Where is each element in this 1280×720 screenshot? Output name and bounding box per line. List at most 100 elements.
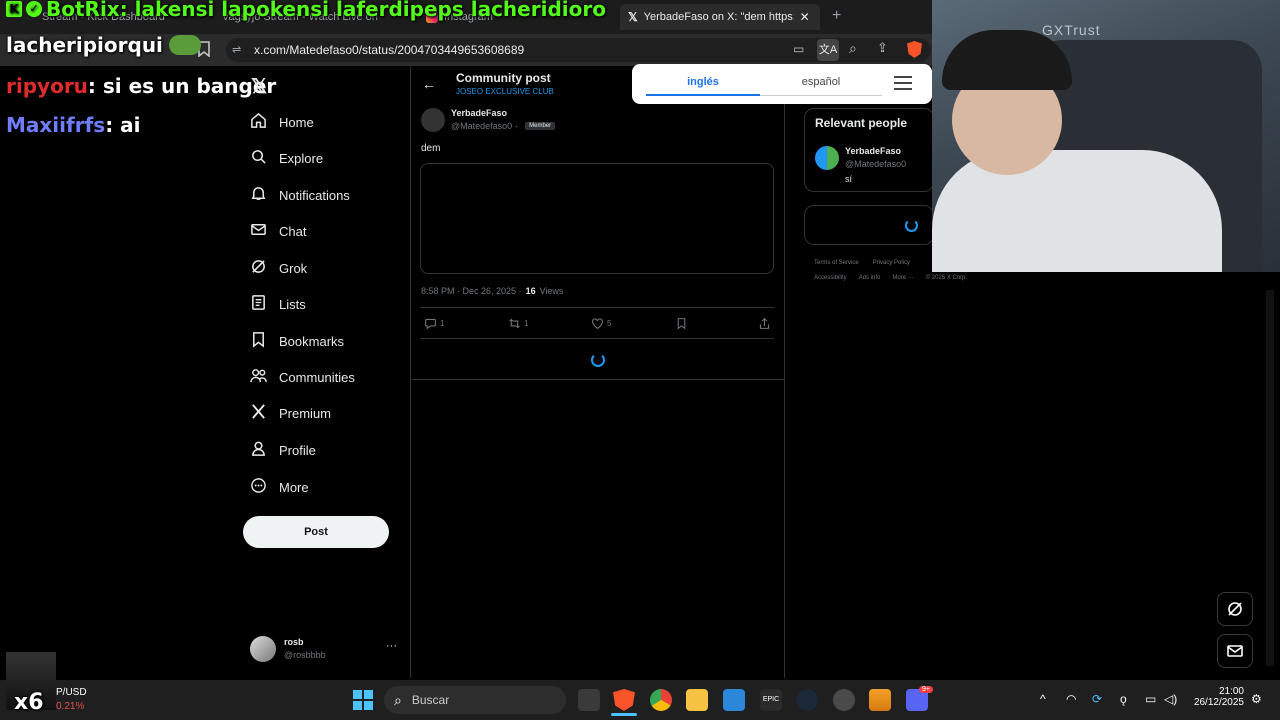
notifications-icon[interactable]: ⚙ [1251, 692, 1262, 706]
footer-link[interactable]: More ··· [892, 275, 913, 281]
sidebar-item-label: Premium [279, 405, 332, 421]
mic-icon[interactable]: ǫ [1120, 692, 1127, 706]
zoom-icon[interactable]: ⌕ [849, 40, 857, 57]
home-icon [250, 112, 267, 132]
sidebar-item-notifications[interactable]: Notifications [250, 185, 350, 205]
post-button[interactable]: Post [243, 516, 389, 548]
search-icon: ⌕ [394, 691, 402, 708]
sidebar-item-more[interactable]: More [250, 477, 309, 497]
chat-message: Maxiifrfs: ai [6, 113, 141, 137]
sidebar-item-home[interactable]: Home [250, 112, 314, 132]
microsoft-store-icon[interactable] [723, 689, 745, 711]
sidebar-item-premium[interactable]: Premium [250, 403, 331, 423]
scrollbar[interactable] [1266, 290, 1274, 666]
sidebar-item-label: More [279, 479, 309, 495]
chat-username: Maxiifrfs [6, 113, 106, 137]
app-icon[interactable] [869, 689, 891, 711]
webcam-brand-text: GXTrust [1042, 22, 1101, 38]
share-icon[interactable]: ⇪ [877, 40, 888, 56]
x-logo-icon[interactable]: 𝕏 [251, 74, 267, 99]
account-switcher[interactable]: rosb @rosbbbb ··· [250, 636, 400, 664]
translate-tab-english[interactable]: inglés [646, 76, 760, 88]
back-arrow-icon[interactable]: ← [422, 76, 436, 92]
translate-icon[interactable]: 文A [817, 39, 839, 61]
sidebar-item-lists[interactable]: Lists [250, 294, 306, 314]
footer-link[interactable]: Ads info [859, 275, 881, 281]
repost-icon [509, 318, 520, 329]
steam-icon[interactable] [796, 689, 818, 711]
author-handle[interactable]: @Matedefaso0 [451, 121, 512, 131]
new-tab-icon[interactable]: + [832, 7, 841, 25]
timestamp-text: 8:58 PM · Dec 26, 2025 · [421, 286, 522, 296]
x-logo-icon: 𝕏 [628, 10, 638, 24]
windows-start-icon[interactable] [353, 690, 373, 710]
share-button[interactable] [758, 317, 771, 330]
divider [420, 307, 774, 308]
sync-icon[interactable]: ⟳ [1092, 692, 1102, 706]
headset-icon[interactable]: ◠ [1066, 692, 1076, 706]
reply-button[interactable]: 1 [424, 317, 444, 330]
grok-float-button[interactable] [1217, 592, 1253, 626]
chat-message: ripyoru: si es un banger [6, 74, 276, 98]
loading-spinner [905, 219, 918, 232]
discord-badge: 9+ [919, 686, 933, 693]
file-explorer-icon[interactable] [686, 689, 708, 711]
repost-button[interactable]: 1 [508, 317, 528, 330]
footer-link[interactable]: Terms of Service [814, 260, 859, 266]
tab-x-post[interactable]: 𝕏 YerbadeFaso on X: "dem https:// ✕ [620, 4, 820, 30]
bell-icon [250, 185, 267, 205]
community-link[interactable]: JOSEO EXCLUSIVE CLUB [456, 87, 554, 96]
footer-link[interactable]: Privacy Policy [873, 260, 910, 266]
link-card[interactable] [420, 163, 774, 274]
translate-tab-spanish[interactable]: español [764, 76, 878, 88]
bookmark-button[interactable] [675, 317, 688, 330]
sidebar-item-explore[interactable]: Explore [250, 148, 323, 168]
communities-icon [250, 367, 267, 387]
more-icon[interactable]: ··· [386, 640, 397, 652]
chevron-up-icon[interactable]: ^ [1040, 692, 1046, 706]
more-icon [250, 477, 267, 497]
sidebar-item-profile[interactable]: Profile [250, 440, 316, 460]
site-settings-icon[interactable]: ⇌ [232, 43, 241, 56]
sidebar-item-grok[interactable]: Grok [250, 258, 307, 278]
clock[interactable]: 21:00 26/12/2025 [1190, 686, 1244, 708]
botrix-message: BotRix: lakensi lapokensi laferdipeps la… [46, 0, 606, 21]
sidebar-item-bookmarks[interactable]: Bookmarks [250, 331, 344, 351]
avatar[interactable] [421, 108, 445, 132]
chrome-icon[interactable] [650, 689, 672, 711]
pepe-emote-icon [168, 35, 201, 55]
post-column [410, 66, 785, 678]
trends-card [804, 205, 934, 245]
like-button[interactable]: 5 [591, 317, 611, 330]
obs-icon[interactable] [833, 689, 855, 711]
tab-underline [760, 95, 882, 96]
x-logo-icon [250, 403, 267, 423]
footer-links: Accessibility Ads info More ··· © 2025 X… [814, 275, 967, 281]
sidebar-item-chat[interactable]: Chat [250, 221, 306, 241]
chat-username: ripyoru [6, 74, 88, 98]
sidebar-item-label: Lists [279, 296, 306, 312]
network-icon[interactable]: ▭ [1145, 692, 1156, 706]
kick-icon: K [6, 1, 22, 17]
stock-symbol: P/USD [56, 687, 87, 698]
divider [420, 338, 774, 339]
author-name[interactable]: YerbadeFaso [451, 108, 507, 118]
person-handle[interactable]: @Matedefaso0 [845, 159, 906, 169]
sidebar-item-communities[interactable]: Communities [250, 367, 355, 387]
footer-link[interactable]: Accessibility [814, 275, 847, 281]
sidebar-item-label: Grok [279, 260, 308, 276]
task-view-icon[interactable] [578, 689, 600, 711]
cast-icon[interactable]: ▭ [793, 42, 804, 56]
avatar[interactable] [815, 146, 839, 170]
taskbar-search[interactable]: ⌕ Buscar [384, 686, 566, 714]
person-name[interactable]: YerbadeFaso [845, 146, 901, 156]
volume-icon[interactable]: ◁) [1164, 692, 1177, 706]
page-title: Community post [456, 71, 551, 85]
close-icon[interactable]: ✕ [800, 10, 810, 24]
messages-float-button[interactable] [1217, 634, 1253, 668]
epic-games-icon[interactable]: EPIC [760, 689, 782, 711]
menu-icon[interactable] [894, 76, 912, 90]
person-icon [250, 440, 267, 460]
chat-text: : ai [105, 113, 141, 137]
views-label: Views [539, 286, 564, 296]
